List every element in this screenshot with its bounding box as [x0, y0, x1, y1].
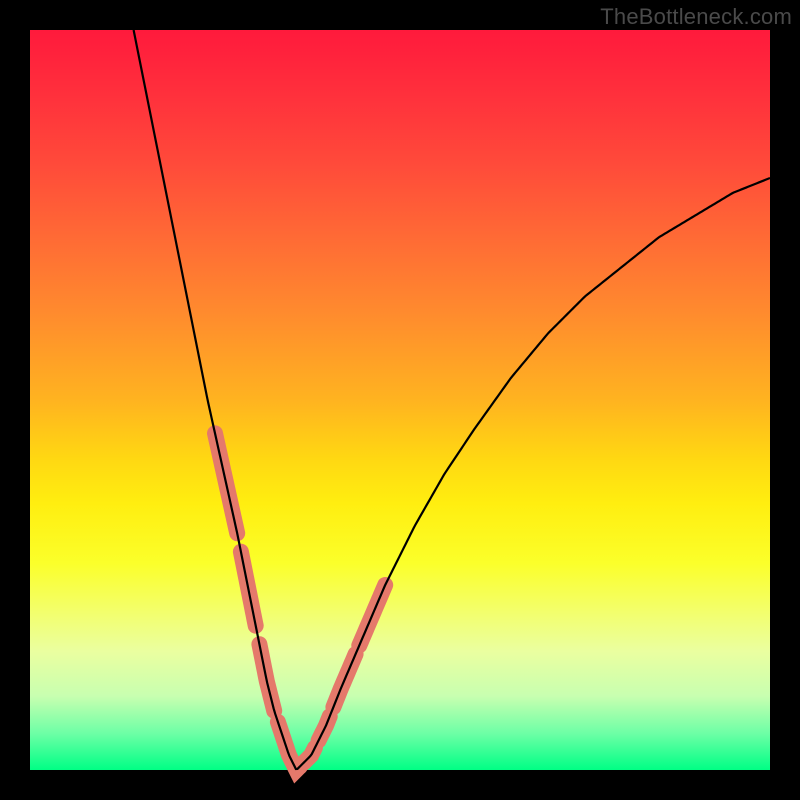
curve-svg [30, 30, 770, 770]
highlight-layer [215, 433, 385, 770]
bottleneck-curve [134, 30, 770, 769]
watermark-text: TheBottleneck.com [600, 4, 792, 30]
chart-frame: TheBottleneck.com [0, 0, 800, 800]
plot-area [30, 30, 770, 770]
